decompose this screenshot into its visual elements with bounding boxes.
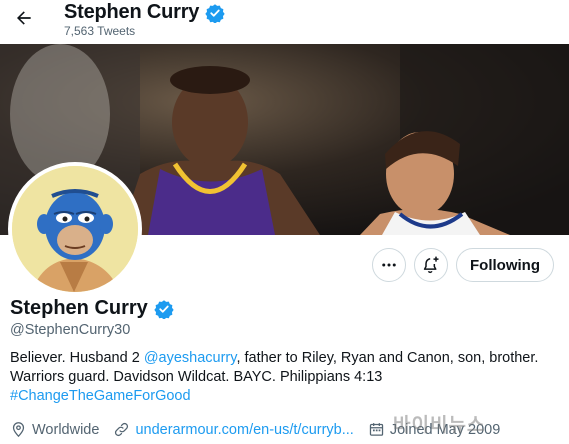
website-link[interactable]: underarmour.com/en-us/t/curryb... (135, 422, 353, 438)
following-button[interactable]: Following (456, 248, 554, 282)
bio-mention-link[interactable]: @ayeshacurry (144, 350, 237, 366)
join-date: Joined May 2009 (368, 421, 500, 438)
bio-line1-suffix: , father to Riley, Ryan and Canon, son, … (236, 350, 539, 366)
bio-line2: Warriors guard. Davidson Wildcat. BAYC. … (10, 369, 383, 385)
website[interactable]: underarmour.com/en-us/t/curryb... (113, 421, 354, 438)
bio-line1-prefix: Believer. Husband 2 (10, 350, 144, 366)
bio-hashtag-link[interactable]: #ChangeTheGameForGood (10, 388, 191, 404)
header-title: Stephen Curry (64, 1, 225, 24)
avatar[interactable] (8, 162, 142, 296)
verified-badge-icon (205, 3, 225, 23)
link-icon (115, 422, 129, 437)
profile-bio: Believer. Husband 2 @ayeshacurry, father… (10, 349, 565, 406)
notifications-button[interactable] (414, 248, 448, 282)
profile-header: Stephen Curry 7,563 Tweets (0, 0, 569, 44)
header-name: Stephen Curry (64, 1, 200, 23)
profile-name: Stephen Curry (10, 297, 174, 320)
tweet-count: 7,563 Tweets (64, 24, 136, 38)
location-icon (12, 422, 25, 438)
location-text: Worldwide (32, 421, 100, 438)
profile-meta: Worldwide underarmour.com/en-us/t/curryb… (10, 421, 569, 438)
more-button[interactable] (372, 248, 406, 282)
more-icon (382, 263, 396, 267)
location: Worldwide (10, 421, 99, 438)
back-button[interactable] (12, 6, 36, 30)
calendar-icon (369, 423, 384, 436)
bored-ape-avatar-image (12, 166, 138, 292)
verified-badge-icon (154, 299, 174, 319)
profile-handle: @StephenCurry30 (10, 322, 131, 338)
back-arrow-icon (17, 11, 31, 25)
join-date-text: Joined May 2009 (389, 421, 501, 438)
display-name: Stephen Curry (10, 297, 148, 319)
bell-plus-icon (423, 256, 439, 274)
